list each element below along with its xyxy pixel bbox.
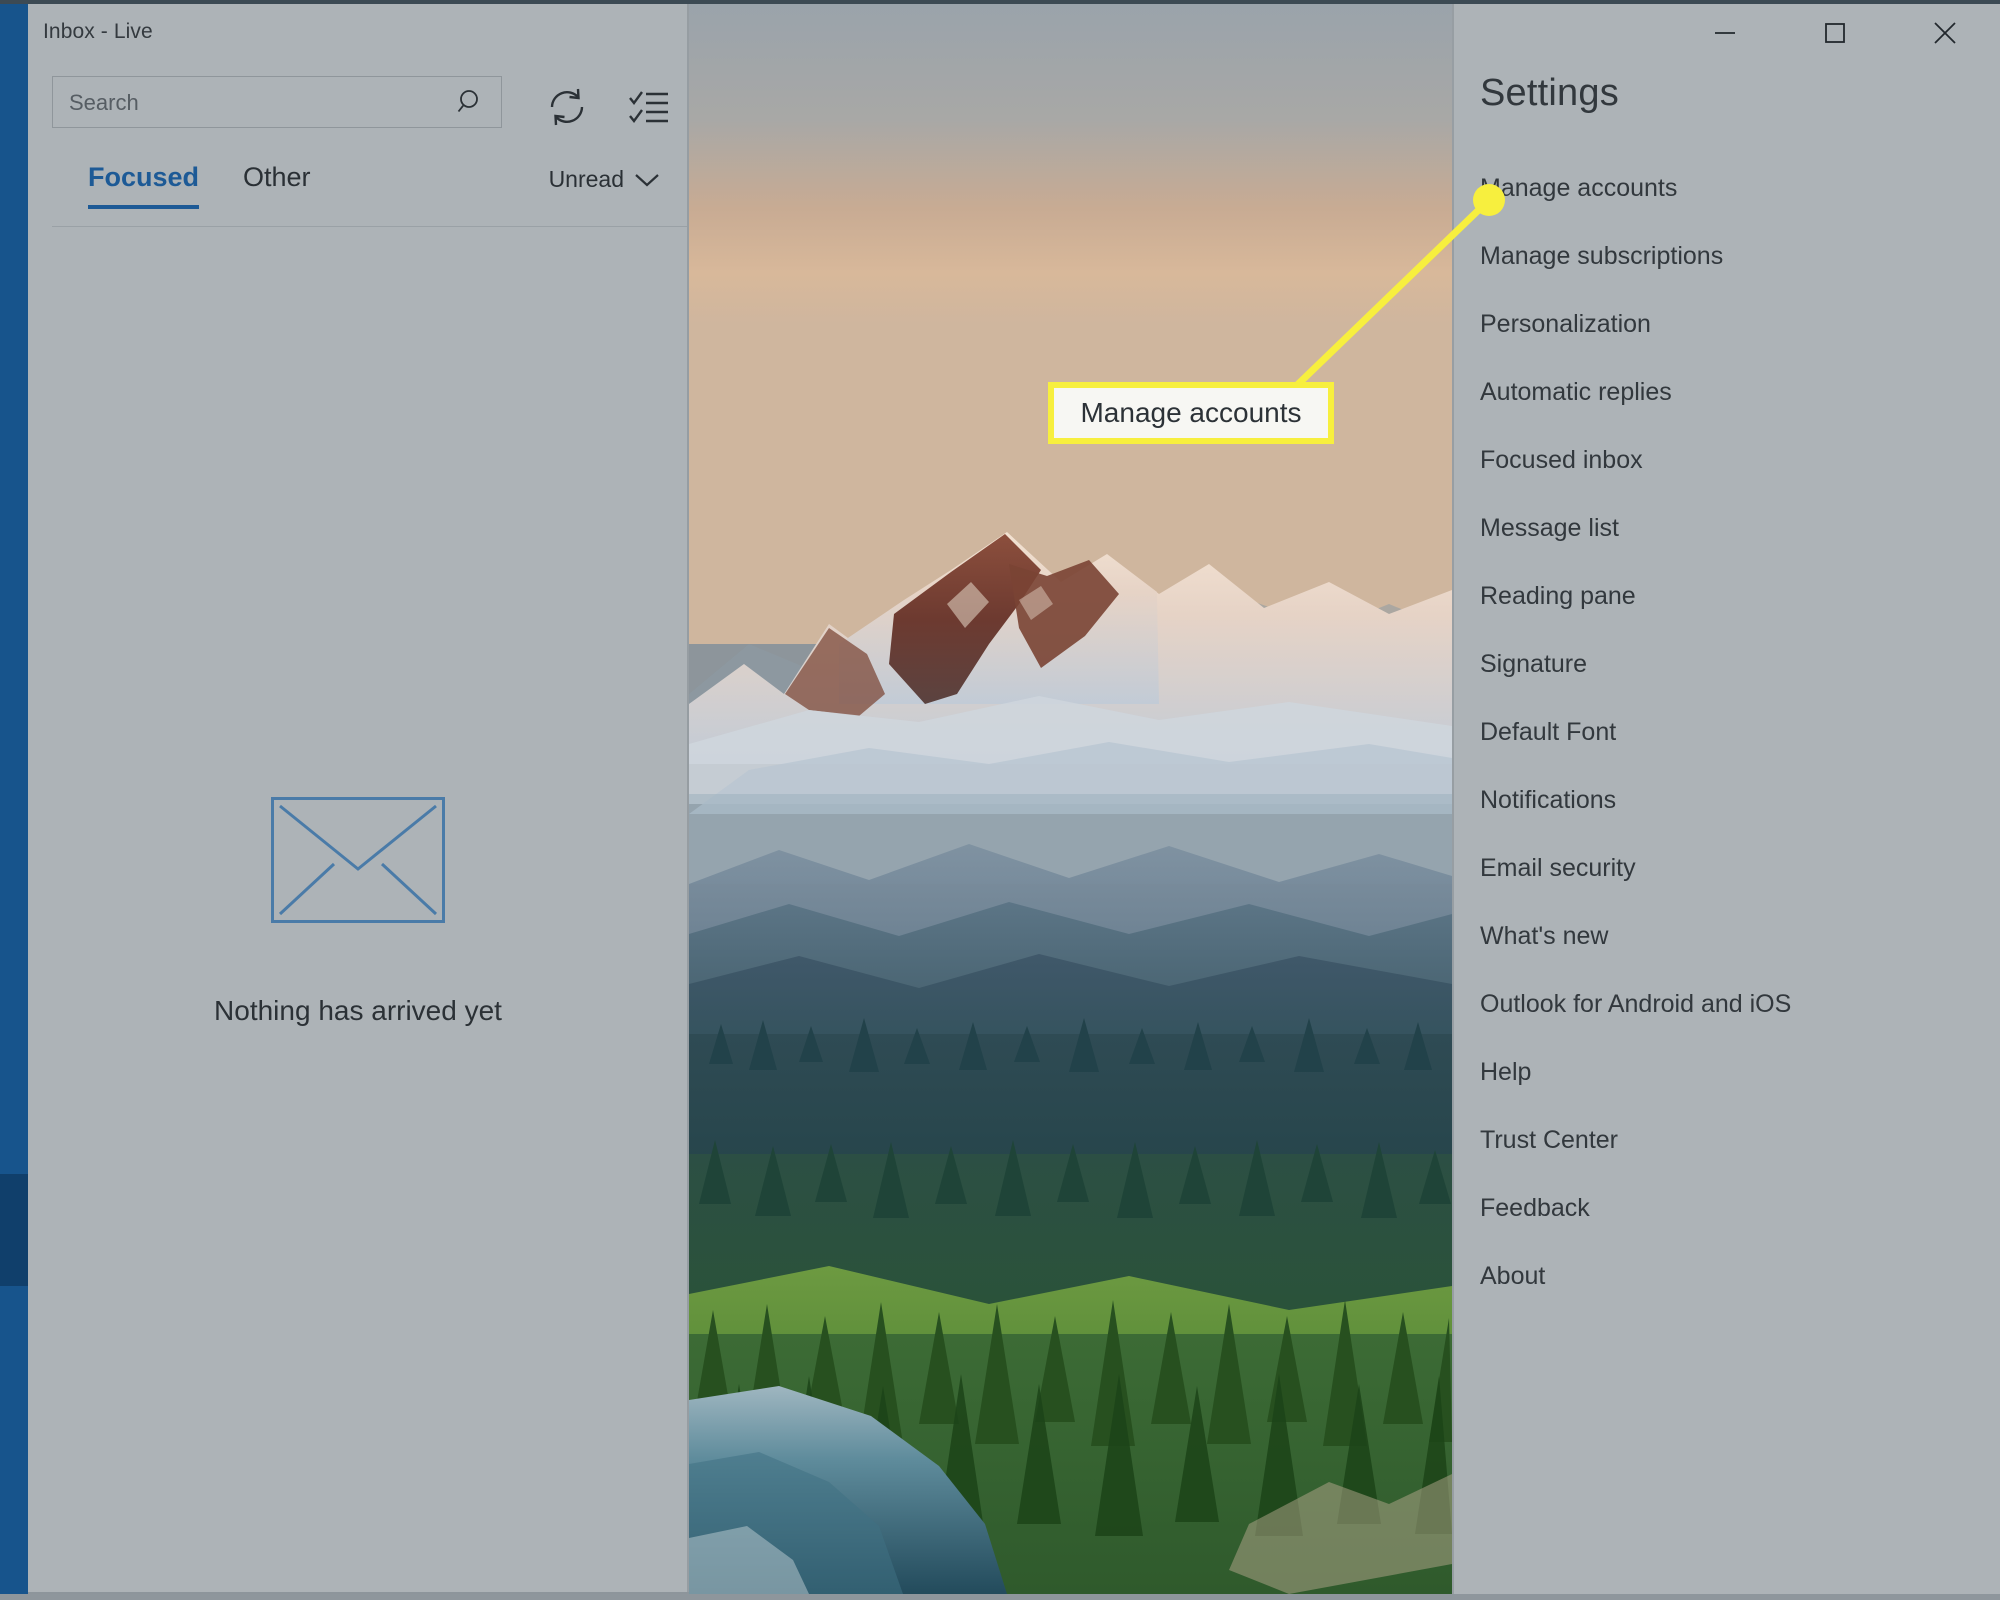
tab-other[interactable]: Other	[243, 162, 311, 193]
close-button[interactable]	[1890, 4, 2000, 62]
maximize-icon	[1825, 23, 1845, 43]
settings-panel: Settings Manage accounts Manage subscrip…	[1452, 4, 2000, 1594]
settings-item-manage-subscriptions[interactable]: Manage subscriptions	[1480, 222, 2000, 290]
inbox-tabs: Focused Other Unread	[28, 154, 688, 224]
settings-item-personalization[interactable]: Personalization	[1480, 290, 2000, 358]
unread-filter-label[interactable]: Unread	[549, 166, 624, 193]
mail-list-pane: Inbox - Live Search Focused Other Unread…	[28, 4, 688, 1592]
title-bar: Inbox - Live	[28, 4, 688, 62]
settings-item-reading-pane[interactable]: Reading pane	[1480, 562, 2000, 630]
page-title: Inbox - Live	[43, 20, 153, 43]
tab-focused-label: Focused	[88, 162, 200, 192]
navigation-rail[interactable]	[0, 4, 28, 1600]
navigation-rail-active-segment	[0, 1174, 28, 1286]
settings-item-about[interactable]: About	[1480, 1242, 2000, 1310]
settings-title: Settings	[1480, 72, 1619, 114]
settings-item-manage-accounts[interactable]: Manage accounts	[1480, 154, 2000, 222]
close-icon	[1934, 22, 1956, 44]
minimize-icon	[1715, 32, 1735, 34]
search-input[interactable]: Search	[52, 76, 502, 128]
settings-item-notifications[interactable]: Notifications	[1480, 766, 2000, 834]
window-controls	[1670, 4, 2000, 62]
empty-state-message: Nothing has arrived yet	[214, 995, 502, 1026]
chevron-down-icon[interactable]	[634, 172, 660, 188]
settings-item-trust-center[interactable]: Trust Center	[1480, 1106, 2000, 1174]
settings-item-feedback[interactable]: Feedback	[1480, 1174, 2000, 1242]
window-bottom-edge	[0, 1594, 2000, 1600]
envelope-icon	[271, 797, 445, 923]
checklist-icon[interactable]	[626, 84, 672, 130]
settings-menu: Manage accounts Manage subscriptions Per…	[1480, 154, 2000, 1310]
mail-app-window: Inbox - Live Search Focused Other Unread…	[0, 0, 2000, 1600]
refresh-icon[interactable]	[544, 84, 590, 130]
empty-state: Nothing has arrived yet	[28, 797, 688, 1027]
settings-item-email-security[interactable]: Email security	[1480, 834, 2000, 902]
background-photo	[689, 4, 1452, 1594]
tab-active-underline	[88, 205, 200, 209]
settings-item-message-list[interactable]: Message list	[1480, 494, 2000, 562]
settings-item-outlook-mobile[interactable]: Outlook for Android and iOS	[1480, 970, 2000, 1038]
minimize-button[interactable]	[1670, 4, 1780, 62]
settings-item-default-font[interactable]: Default Font	[1480, 698, 2000, 766]
message-list: Nothing has arrived yet	[28, 227, 688, 1592]
settings-item-focused-inbox[interactable]: Focused inbox	[1480, 426, 2000, 494]
settings-item-help[interactable]: Help	[1480, 1038, 2000, 1106]
search-icon	[457, 90, 478, 113]
search-toolbar-row: Search	[28, 70, 688, 132]
maximize-button[interactable]	[1780, 4, 1890, 62]
settings-item-automatic-replies[interactable]: Automatic replies	[1480, 358, 2000, 426]
tab-focused[interactable]: Focused	[88, 162, 200, 209]
settings-panel-edge	[1452, 4, 1454, 1594]
settings-item-signature[interactable]: Signature	[1480, 630, 2000, 698]
search-placeholder: Search	[69, 90, 139, 115]
settings-item-whats-new[interactable]: What's new	[1480, 902, 2000, 970]
